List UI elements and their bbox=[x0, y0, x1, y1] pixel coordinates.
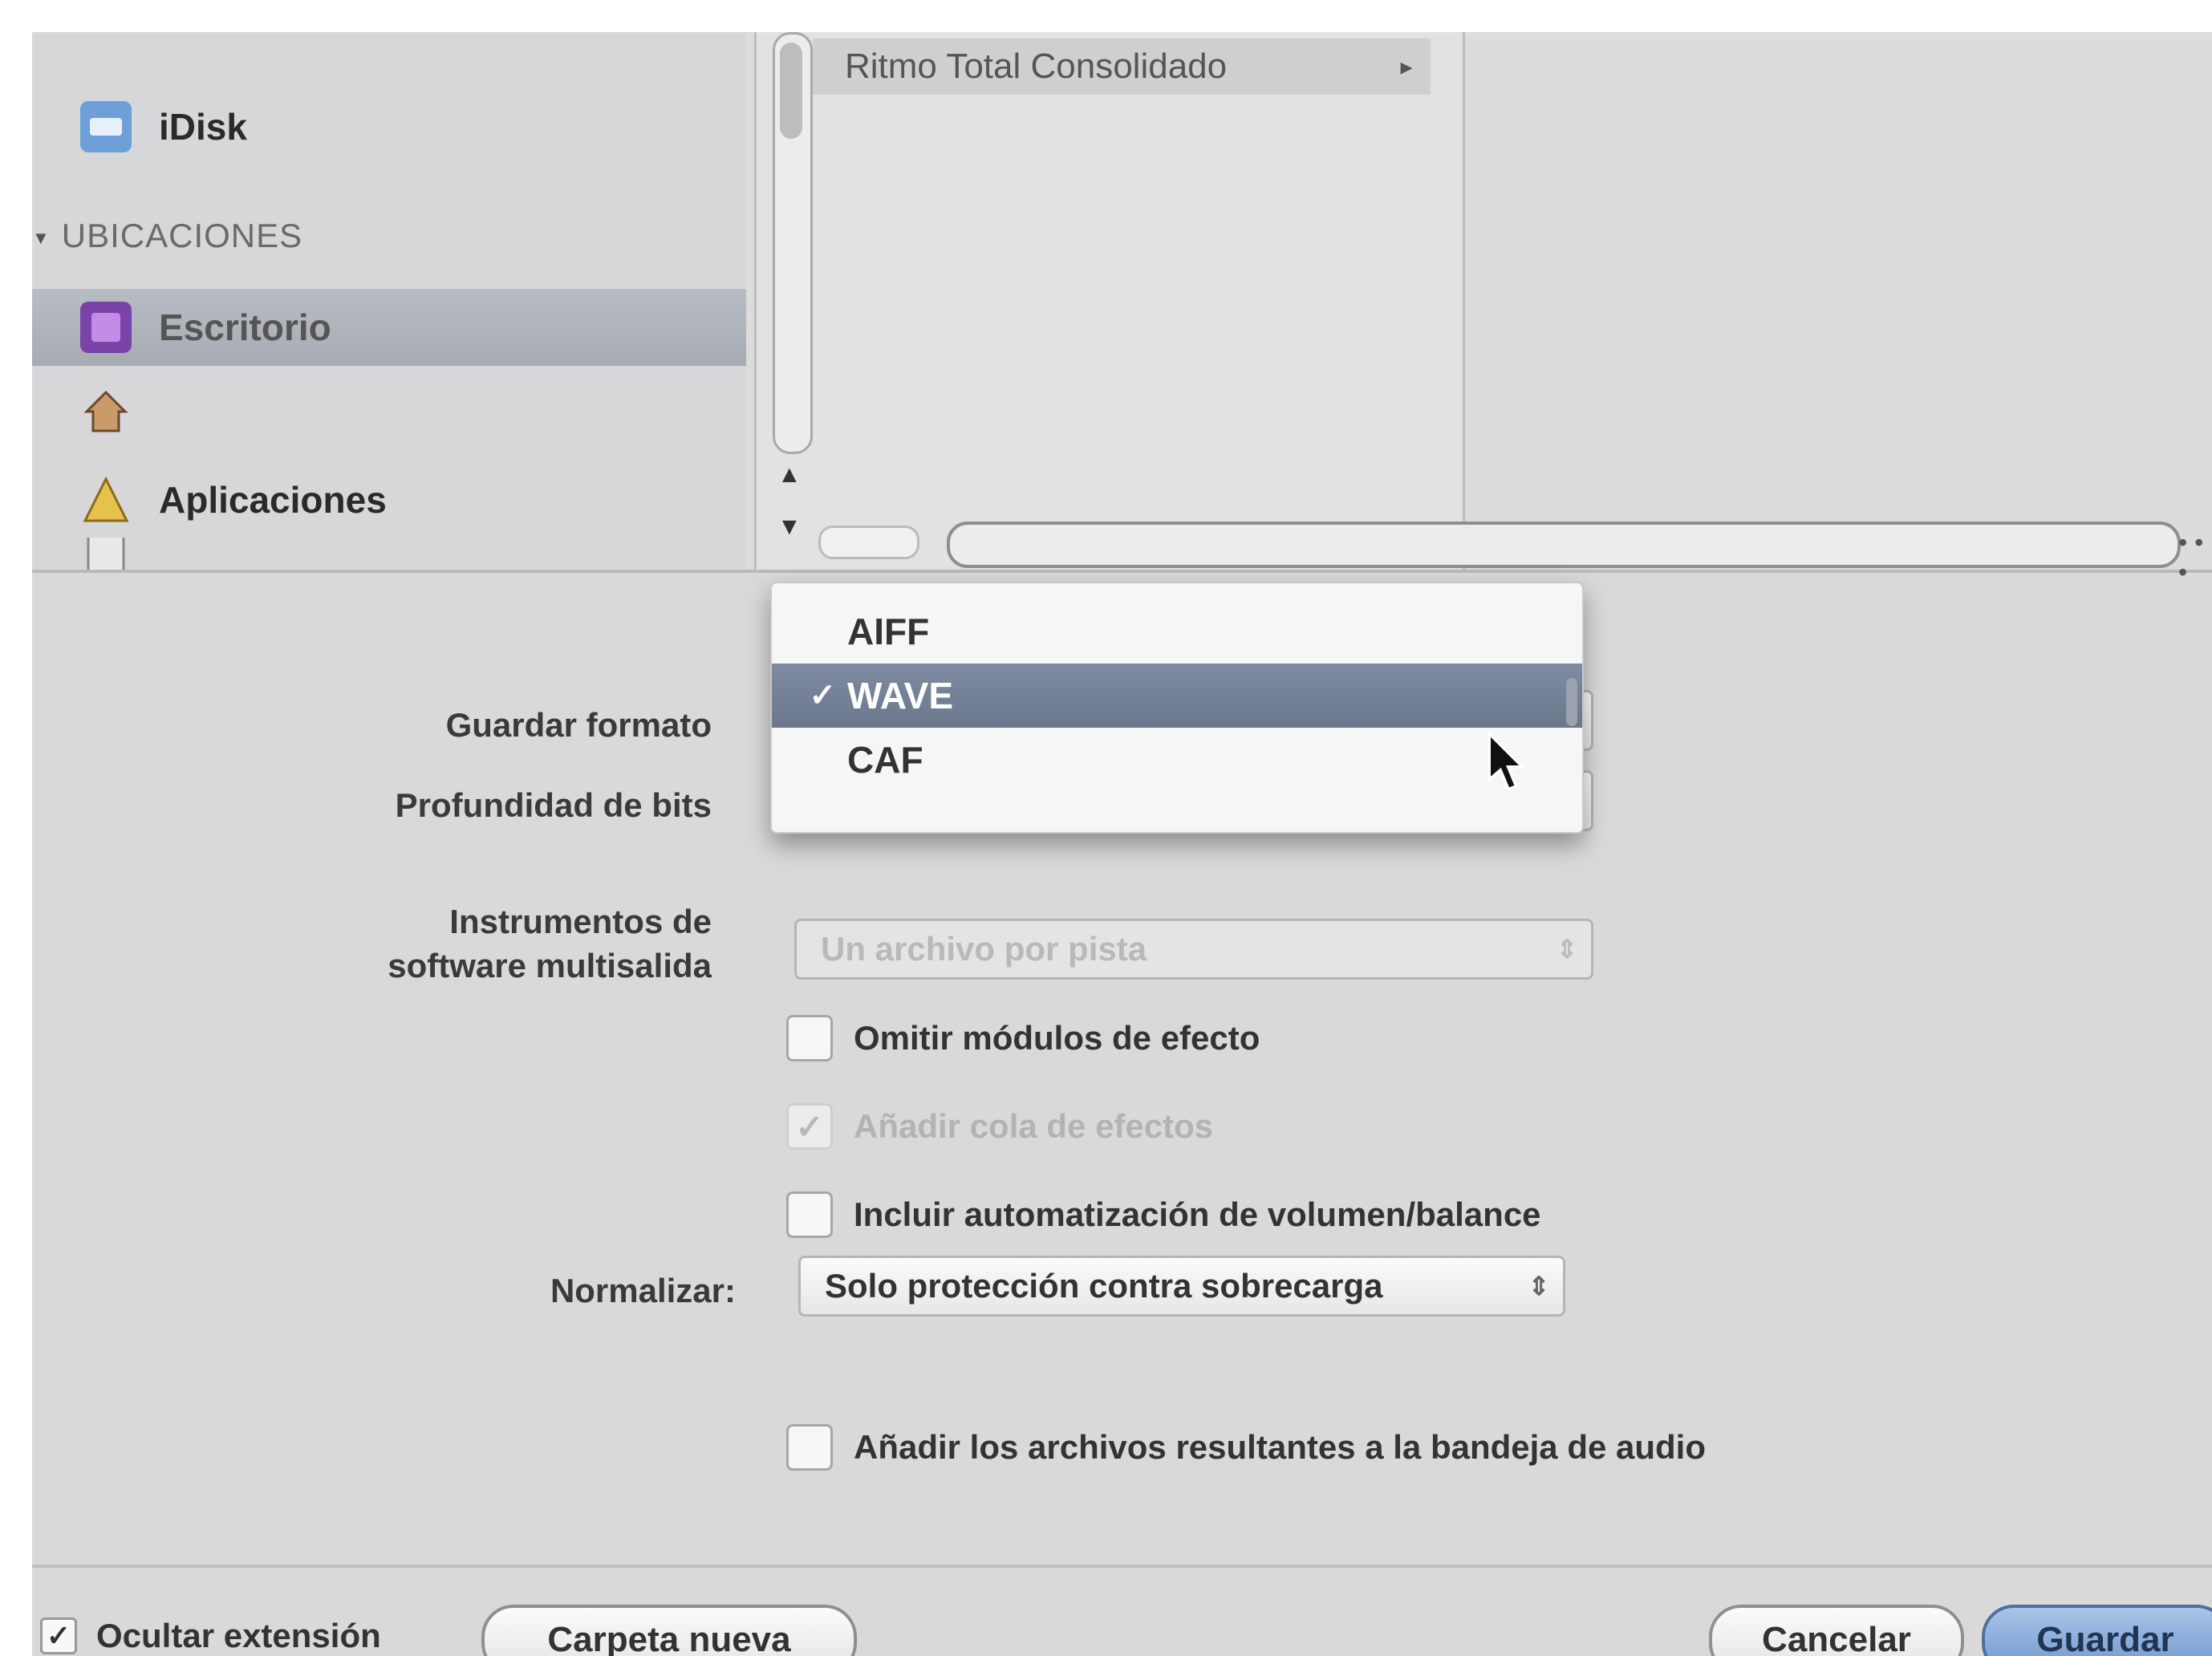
volume-automation-checkbox[interactable]: Incluir automatización de volumen/balanc… bbox=[786, 1191, 1541, 1238]
horizontal-scroll-left[interactable] bbox=[818, 526, 919, 559]
applications-icon bbox=[80, 474, 132, 526]
sidebar-item-label: Aplicaciones bbox=[159, 479, 387, 521]
checkmark-icon: ✓ bbox=[809, 678, 836, 713]
menu-item-aiff[interactable]: AIFF bbox=[772, 599, 1582, 664]
stepper-icon: ⇕ bbox=[1528, 1272, 1550, 1301]
format-label: Guardar formato bbox=[445, 706, 712, 744]
chevron-right-icon: ▸ bbox=[1400, 53, 1413, 80]
desktop-icon bbox=[80, 302, 132, 353]
disclosure-triangle-icon[interactable]: ▼ bbox=[32, 228, 51, 248]
idisk-icon bbox=[80, 101, 132, 152]
cancel-button[interactable]: Cancelar bbox=[1709, 1605, 1964, 1656]
add-to-audio-bin-checkbox[interactable]: Añadir los archivos resultantes a la ban… bbox=[786, 1424, 1706, 1471]
sidebar: iDisk ▼ UBICACIONES Escritorio Aplicacio… bbox=[32, 32, 746, 570]
software-instruments-label-1: Instrumentos de bbox=[449, 903, 712, 940]
hide-extension-checkbox[interactable]: ✓ Ocultar extensión bbox=[40, 1617, 381, 1655]
stepper-icon: ⇕ bbox=[1556, 935, 1578, 964]
checkbox-box[interactable] bbox=[786, 1424, 833, 1471]
software-instruments-label-2: software multisalida bbox=[388, 947, 712, 984]
scroll-more-icon: • • • bbox=[2178, 528, 2204, 586]
format-dropdown-menu: AIFF ✓ WAVE CAF bbox=[770, 582, 1584, 834]
bit-depth-label: Profundidad de bits bbox=[395, 786, 712, 824]
file-browser: iDisk ▼ UBICACIONES Escritorio Aplicacio… bbox=[32, 32, 2212, 586]
menu-scroll-indicator bbox=[1566, 678, 1577, 726]
menu-item-caf[interactable]: CAF bbox=[772, 728, 1582, 792]
export-save-dialog: iDisk ▼ UBICACIONES Escritorio Aplicacio… bbox=[32, 32, 2212, 1656]
sidebar-item-applications[interactable]: Aplicaciones bbox=[32, 461, 746, 538]
home-icon bbox=[80, 386, 132, 437]
file-list-item[interactable]: Ritmo Total Consolidado ▸ bbox=[813, 39, 1431, 95]
checkbox-box[interactable] bbox=[786, 1015, 833, 1061]
sidebar-item-idisk[interactable]: iDisk bbox=[32, 88, 746, 165]
software-instruments-popup[interactable]: Un archivo por pista ⇕ bbox=[794, 919, 1593, 980]
documents-icon bbox=[80, 538, 132, 570]
sidebar-item-home[interactable] bbox=[32, 373, 746, 450]
checkbox-box[interactable] bbox=[786, 1191, 833, 1238]
sidebar-item-documents[interactable] bbox=[32, 538, 746, 570]
scroll-thumb[interactable] bbox=[780, 43, 802, 139]
menu-item-wave[interactable]: ✓ WAVE bbox=[772, 664, 1582, 728]
sidebar-item-label: iDisk bbox=[159, 106, 247, 148]
horizontal-scrollbar[interactable] bbox=[947, 522, 2181, 568]
sidebar-item-desktop[interactable]: Escritorio bbox=[32, 289, 746, 366]
scroll-up-arrow-icon[interactable]: ▲ bbox=[777, 461, 802, 489]
save-button[interactable]: Guardar bbox=[1982, 1605, 2212, 1656]
checkmark-icon[interactable]: ✓ bbox=[786, 1103, 833, 1150]
mouse-cursor-icon bbox=[1488, 730, 1527, 792]
normalize-label: Normalizar: bbox=[550, 1272, 736, 1309]
sidebar-item-label: Escritorio bbox=[159, 306, 331, 348]
normalize-popup[interactable]: Solo protección contra sobrecarga ⇕ bbox=[798, 1256, 1565, 1317]
new-folder-button[interactable]: Carpeta nueva bbox=[481, 1605, 857, 1656]
checkmark-icon[interactable]: ✓ bbox=[40, 1617, 77, 1654]
bypass-effects-checkbox[interactable]: Omitir módulos de efecto bbox=[786, 1015, 1260, 1061]
scroll-down-arrow-icon[interactable]: ▼ bbox=[777, 513, 802, 541]
vertical-scrollbar[interactable] bbox=[773, 32, 813, 454]
footer-separator bbox=[32, 1565, 2212, 1568]
file-column: ▲ ▼ Ritmo Total Consolidado ▸ bbox=[754, 32, 1465, 570]
effects-tail-checkbox[interactable]: ✓ Añadir cola de efectos bbox=[786, 1103, 1213, 1150]
sidebar-section-header: ▼ UBICACIONES bbox=[32, 217, 303, 254]
